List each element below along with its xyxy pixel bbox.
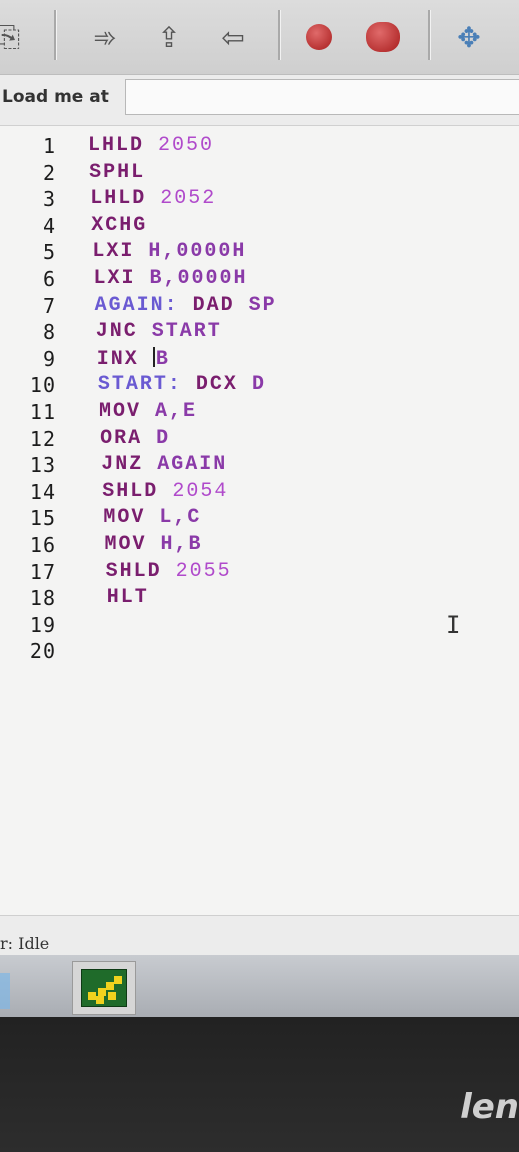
code-opcode: LXI xyxy=(92,240,135,264)
line-number: 6 xyxy=(42,267,56,291)
code-line[interactable]: START: DCX D xyxy=(98,373,266,396)
code-opcode: JNZ xyxy=(101,453,144,477)
line-number: 20 xyxy=(29,639,56,664)
load-address-input[interactable] xyxy=(125,79,519,115)
code-line[interactable]: INX B xyxy=(96,346,170,371)
code-opcode: LHLD xyxy=(88,134,145,157)
code-operand: 2055 xyxy=(175,559,232,583)
load-label: Load me at xyxy=(2,87,109,107)
code-line[interactable]: LHLD 2052 xyxy=(90,187,216,210)
line-number: 11 xyxy=(29,400,56,424)
brand-logo: len xyxy=(460,1087,519,1127)
code-operand: H,B xyxy=(160,533,203,556)
line-number: 8 xyxy=(42,320,56,345)
code-line[interactable]: LHLD 2050 xyxy=(88,134,214,157)
code-opcode: HLT xyxy=(106,586,149,610)
run-icon[interactable]: ⇪ xyxy=(146,14,192,60)
code-opcode: MOV xyxy=(99,400,142,423)
status-bar: r: Idle xyxy=(0,915,519,956)
code-line[interactable]: JNZ AGAIN xyxy=(101,453,227,476)
code-line[interactable]: MOV A,E xyxy=(99,400,197,423)
move-icon[interactable]: ✥ xyxy=(446,14,492,60)
line-number: 4 xyxy=(42,213,56,238)
code-operand: START xyxy=(151,320,222,344)
code-opcode: LXI xyxy=(93,267,136,290)
line-number: 14 xyxy=(29,479,56,504)
toolbar-separator xyxy=(278,10,281,60)
text-cursor-icon: I xyxy=(446,611,461,639)
code-line[interactable]: SPHL xyxy=(89,161,145,184)
code-opcode: LHLD xyxy=(90,187,147,211)
line-number: 9 xyxy=(42,346,56,371)
code-line[interactable]: SHLD 2055 xyxy=(106,560,232,583)
status-text: r: Idle xyxy=(0,934,50,953)
line-number: 13 xyxy=(29,453,56,478)
code-line[interactable]: XCHG xyxy=(91,214,147,237)
code-opcode: SHLD xyxy=(105,559,162,583)
taskbar xyxy=(0,955,519,1017)
taskbar-item[interactable] xyxy=(0,973,10,1009)
code-operand: D xyxy=(251,373,266,397)
line-number: 16 xyxy=(29,533,56,557)
code-operand: B,0000H xyxy=(149,267,248,290)
reset-icon[interactable] xyxy=(360,14,406,60)
code-opcode: DAD xyxy=(192,293,235,317)
code-opcode: DCX xyxy=(195,373,238,397)
code-opcode: SPHL xyxy=(89,160,146,184)
code-operand: AGAIN xyxy=(157,453,228,477)
code-line[interactable]: JNC START xyxy=(96,320,222,343)
step-back-icon[interactable]: ⇦ xyxy=(210,14,256,60)
code-operand: B xyxy=(155,347,170,371)
code-line[interactable]: HLT xyxy=(107,586,149,609)
line-number: 18 xyxy=(29,586,56,611)
line-number: 12 xyxy=(29,426,56,451)
line-number: 5 xyxy=(42,240,56,265)
code-line[interactable]: ORA D xyxy=(100,427,170,450)
code-opcode: XCHG xyxy=(91,213,148,237)
load-bar: Load me at xyxy=(0,75,519,125)
code-operand: D xyxy=(156,426,171,450)
code-editor[interactable]: 1 2 3 4 5 6 7 8 9 10 11 12 13 14 15 16 17 18 19 20 LHLD 205… xyxy=(0,125,519,916)
screen: ⎘ ➾ ⇪ ⇦ ✥ Load me at 1 2 3 4 5 6 7 8 9 10 11 12 13 14… xyxy=(0,0,519,1045)
line-number: 15 xyxy=(29,506,56,531)
code-opcode: INX xyxy=(96,347,139,371)
load-icon[interactable]: ⎘ xyxy=(0,14,32,60)
step-forward-icon[interactable]: ➾ xyxy=(82,14,128,60)
code-operand: A,E xyxy=(155,400,198,423)
toolbar-separator xyxy=(54,10,57,60)
code-line[interactable]: MOV L,C xyxy=(103,506,201,529)
toolbar: ⎘ ➾ ⇪ ⇦ ✥ xyxy=(0,0,519,75)
line-number: 2 xyxy=(42,160,56,185)
monitor-bezel: len xyxy=(0,1017,519,1152)
caret xyxy=(152,346,155,367)
toolbar-separator xyxy=(428,10,431,60)
line-number: 7 xyxy=(42,293,56,318)
code-operand: SP xyxy=(248,293,277,317)
code-line[interactable]: SHLD 2054 xyxy=(102,480,228,503)
code-operand: 2054 xyxy=(172,479,229,503)
line-number: 19 xyxy=(29,612,56,637)
code-opcode: SHLD xyxy=(102,479,159,503)
line-number: 3 xyxy=(42,187,56,212)
code-opcode: MOV xyxy=(103,506,146,530)
simulator-app-icon xyxy=(81,969,127,1007)
code-operand: L,C xyxy=(159,506,202,530)
code-operand: H,0000H xyxy=(148,240,247,264)
code-label: START: xyxy=(97,373,182,397)
simulator-taskbar-button[interactable] xyxy=(72,961,136,1015)
code-opcode: MOV xyxy=(104,533,147,556)
code-operand: 2052 xyxy=(160,187,217,211)
code-line[interactable]: AGAIN: DAD SP xyxy=(95,294,277,317)
code-label: AGAIN: xyxy=(94,293,179,317)
code-line[interactable]: LXI H,0000H xyxy=(92,240,246,263)
code-line[interactable]: LXI B,0000H xyxy=(94,267,248,290)
code-operand: 2050 xyxy=(158,134,215,157)
code-opcode: ORA xyxy=(100,426,143,450)
stop-icon[interactable] xyxy=(296,14,342,60)
line-number: 1 xyxy=(42,134,56,158)
code-opcode: JNC xyxy=(95,320,138,344)
line-number: 10 xyxy=(29,373,56,398)
code-line[interactable]: MOV H,B xyxy=(105,533,203,556)
line-number: 17 xyxy=(29,559,56,584)
